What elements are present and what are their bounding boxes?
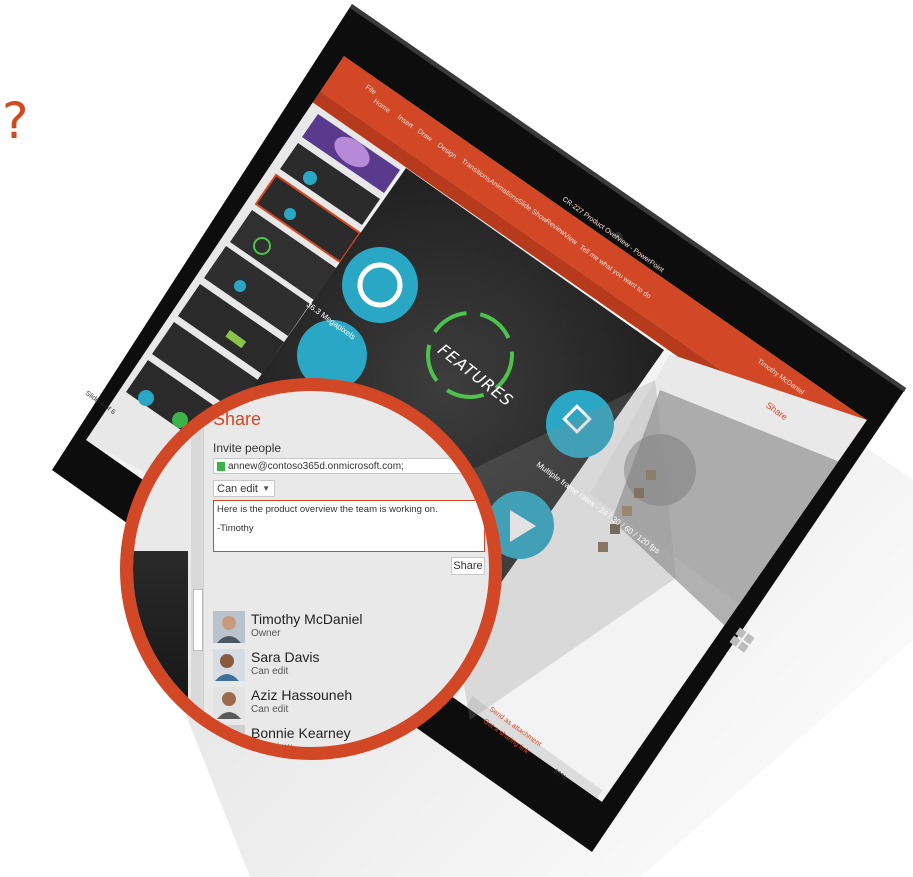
scrollbar-thumb[interactable]	[193, 589, 203, 651]
share-button[interactable]: Share	[451, 557, 485, 575]
avatar	[213, 649, 245, 681]
shared-person-aziz[interactable]: Aziz Hassouneh Can edit	[213, 687, 453, 723]
shared-person-sara[interactable]: Sara Davis Can edit	[213, 649, 453, 685]
slide-edge	[133, 551, 188, 747]
person-role: Can edit	[251, 704, 289, 715]
message-line-2: -Timothy	[217, 523, 254, 534]
shared-person-timothy[interactable]: Timothy McDaniel Owner	[213, 611, 453, 647]
share-title: Share	[213, 409, 262, 429]
avatar	[213, 687, 245, 719]
invite-email-input[interactable]: annew@contoso365d.onmicrosoft.com;	[213, 458, 489, 474]
scrollbar[interactable]	[191, 391, 204, 747]
share-pane-magnifier: Share Invite people annew@contoso365d.on…	[120, 378, 502, 760]
avatar	[213, 611, 245, 643]
presence-indicator	[217, 462, 225, 471]
invite-email-value: annew@contoso365d.onmicrosoft.com;	[228, 461, 404, 472]
person-role: Can view	[251, 742, 293, 753]
message-textarea[interactable]: Here is the product overview the team is…	[213, 500, 485, 552]
person-name: Sara Davis	[251, 649, 320, 665]
person-role: Can edit	[251, 666, 289, 677]
share-pane: Share Invite people annew@contoso365d.on…	[213, 391, 489, 747]
invite-label: Invite people	[213, 441, 282, 455]
person-name: Aziz Hassouneh	[251, 687, 353, 703]
message-line-1: Here is the product overview the team is…	[217, 504, 438, 515]
person-name: Timothy McDaniel	[251, 611, 363, 627]
person-name: Bonnie Kearney	[251, 725, 351, 741]
person-role: Owner	[251, 628, 281, 639]
chevron-down-icon: ▼	[262, 484, 270, 493]
permission-value: Can edit	[217, 483, 258, 495]
permission-dropdown[interactable]: Can edit ▼	[213, 480, 275, 497]
